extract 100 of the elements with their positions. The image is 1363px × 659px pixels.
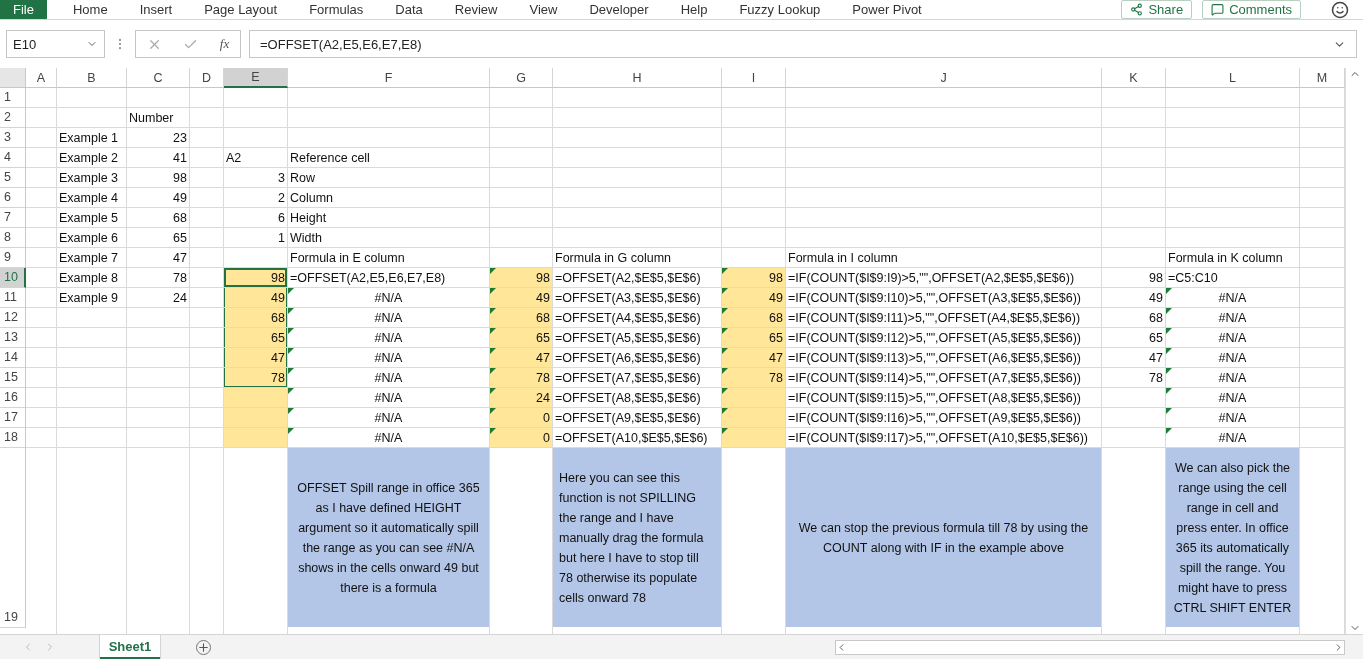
column-header[interactable]: B xyxy=(57,68,127,88)
cell-value: Example 9 xyxy=(59,290,119,305)
row-header[interactable]: 1 xyxy=(0,88,26,108)
selected-cell[interactable]: 47 xyxy=(224,348,287,367)
comments-button[interactable]: Comments xyxy=(1202,0,1301,19)
row-header[interactable]: 16 xyxy=(0,388,26,408)
highlighted-cell[interactable]: 0 xyxy=(490,408,552,427)
row-header[interactable]: 19 xyxy=(0,448,26,628)
ribbon-tab[interactable]: Insert xyxy=(129,0,183,19)
row-header[interactable]: 8 xyxy=(0,228,26,248)
cell-value: Example 3 xyxy=(59,170,119,185)
selected-cell[interactable]: 65 xyxy=(224,328,287,347)
ribbon-tab[interactable]: Formulas xyxy=(299,0,374,19)
row-header[interactable]: 12 xyxy=(0,308,26,328)
column-header[interactable]: H xyxy=(553,68,722,88)
row-header[interactable]: 17 xyxy=(0,408,26,428)
row-header[interactable]: 14 xyxy=(0,348,26,368)
highlighted-cell[interactable] xyxy=(224,428,287,447)
cell-value: #N/A xyxy=(374,330,403,345)
column-header[interactable]: F xyxy=(288,68,490,88)
insert-function-button[interactable]: fx xyxy=(219,36,230,52)
column-header[interactable]: A xyxy=(26,68,57,88)
cell-value: Example 7 xyxy=(59,250,119,265)
ribbon-tab[interactable]: Power Pivot xyxy=(842,0,932,19)
cell-value: 49 xyxy=(271,290,285,305)
row-header[interactable]: 4 xyxy=(0,148,26,168)
cell-value: #N/A xyxy=(374,390,403,405)
cell-value: 98 xyxy=(769,270,783,285)
cell-value: 47 xyxy=(1149,350,1163,365)
column-header[interactable]: E xyxy=(224,68,288,88)
cell-value: 98 xyxy=(1149,270,1163,285)
highlighted-cell[interactable]: 68 xyxy=(490,308,552,327)
highlighted-cell[interactable] xyxy=(224,388,287,407)
highlighted-cell[interactable] xyxy=(722,388,785,407)
column-header[interactable]: M xyxy=(1300,68,1345,88)
highlighted-cell[interactable]: 78 xyxy=(722,368,785,387)
highlighted-cell[interactable]: 24 xyxy=(490,388,552,407)
row-header[interactable]: 11 xyxy=(0,288,26,308)
highlighted-cell[interactable]: 49 xyxy=(490,288,552,307)
select-all-corner[interactable] xyxy=(0,68,26,88)
cell-value: #N/A xyxy=(1218,390,1247,405)
column-header[interactable]: D xyxy=(190,68,224,88)
highlighted-cell[interactable]: 49 xyxy=(722,288,785,307)
formula-text: =OFFSET(A2,E5,E6,E7,E8) xyxy=(260,36,422,52)
ribbon-tab[interactable]: Fuzzy Lookup xyxy=(729,0,831,19)
highlighted-cell[interactable]: 78 xyxy=(490,368,552,387)
ribbon-tab[interactable]: Developer xyxy=(579,0,659,19)
column-header[interactable]: C xyxy=(127,68,190,88)
ribbon-tab[interactable]: Review xyxy=(444,0,508,19)
highlighted-cell[interactable] xyxy=(722,428,785,447)
selected-cell[interactable]: 98 xyxy=(224,268,287,287)
highlighted-cell[interactable]: 65 xyxy=(722,328,785,347)
column-header[interactable]: J xyxy=(786,68,1102,88)
row-header[interactable]: 5 xyxy=(0,168,26,188)
highlighted-cell[interactable]: 68 xyxy=(722,308,785,327)
smiley-icon[interactable] xyxy=(1331,0,1349,19)
cell-value: 6 xyxy=(278,210,285,225)
cell-value: =OFFSET(A9,$E$5,$E$6) xyxy=(555,410,701,425)
row-header[interactable]: 3 xyxy=(0,128,26,148)
row-header[interactable]: 15 xyxy=(0,368,26,388)
selected-cell[interactable]: 68 xyxy=(224,308,287,327)
cell-value: 49 xyxy=(536,290,550,305)
sheet-tab[interactable]: Sheet1 xyxy=(100,635,160,659)
cell-value: Example 5 xyxy=(59,210,119,225)
column-header[interactable]: G xyxy=(490,68,553,88)
ribbon-tab[interactable]: Page Layout xyxy=(194,0,288,19)
selected-cell[interactable]: 49 xyxy=(224,288,287,307)
row-header[interactable]: 13 xyxy=(0,328,26,348)
ribbon-tab[interactable]: Help xyxy=(670,0,718,19)
highlighted-cell[interactable]: 98 xyxy=(490,268,552,287)
ribbon-tab[interactable]: View xyxy=(519,0,568,19)
selected-cell[interactable]: 78 xyxy=(224,368,287,387)
highlighted-cell[interactable]: 47 xyxy=(490,348,552,367)
highlighted-cell[interactable]: 0 xyxy=(490,428,552,447)
row-header[interactable]: 6 xyxy=(0,188,26,208)
column-header[interactable]: K xyxy=(1102,68,1166,88)
cell-value: 65 xyxy=(769,330,783,345)
ribbon-tab[interactable]: Home xyxy=(62,0,118,19)
column-header[interactable]: I xyxy=(722,68,786,88)
row-header[interactable]: 10 xyxy=(0,268,26,288)
cell-value: 78 xyxy=(1149,370,1163,385)
highlighted-cell[interactable]: 47 xyxy=(722,348,785,367)
cell-value: =C5:C10 xyxy=(1168,270,1218,285)
ribbon-tab[interactable]: Data xyxy=(385,0,433,19)
row-header[interactable]: 9 xyxy=(0,248,26,268)
highlighted-cell[interactable] xyxy=(722,408,785,427)
highlighted-cell[interactable] xyxy=(224,408,287,427)
row-header[interactable]: 18 xyxy=(0,428,26,448)
formula-field[interactable]: =OFFSET(A2,E5,E6,E7,E8) xyxy=(249,30,1357,58)
highlighted-cell[interactable]: 98 xyxy=(722,268,785,287)
cell-value: Reference cell xyxy=(290,150,370,165)
highlighted-cell[interactable]: 65 xyxy=(490,328,552,347)
row-header[interactable]: 2 xyxy=(0,108,26,128)
cell-value: 65 xyxy=(173,230,187,245)
row-header[interactable]: 7 xyxy=(0,208,26,228)
share-button[interactable]: Share xyxy=(1121,0,1193,19)
cell-value: 0 xyxy=(543,410,550,425)
ribbon-tab[interactable]: File xyxy=(0,0,47,19)
name-box[interactable]: E10 xyxy=(6,30,105,58)
column-header[interactable]: L xyxy=(1166,68,1300,88)
